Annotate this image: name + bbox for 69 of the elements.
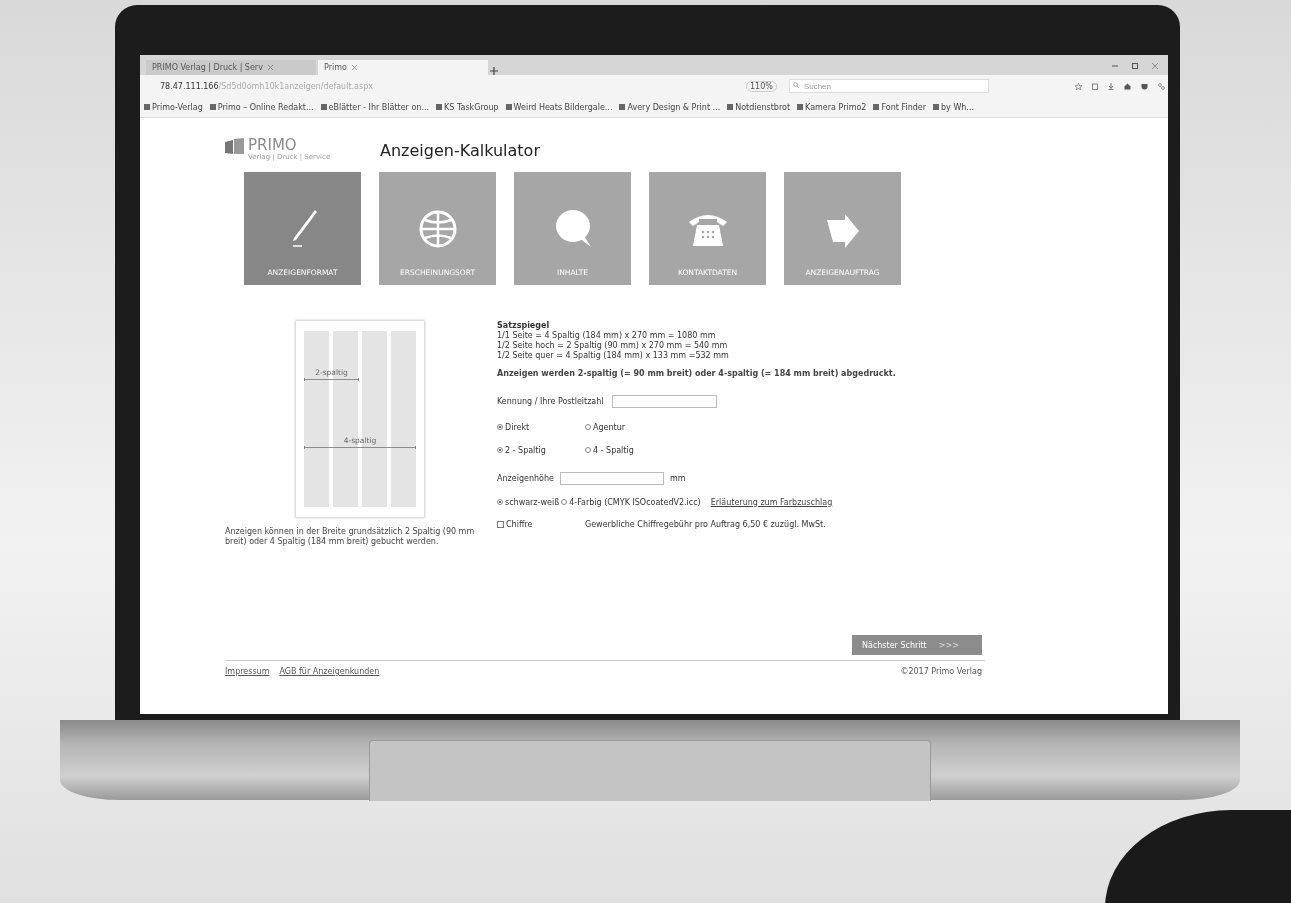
- star-icon[interactable]: [1074, 82, 1082, 90]
- page-title: Anzeigen-Kalkulator: [380, 141, 540, 160]
- field-label: Kennung / Ihre Postleitzahl: [497, 396, 604, 406]
- radio-label: Agentur: [593, 422, 626, 432]
- radio-label: schwarz-weiß: [505, 497, 560, 507]
- search-icon: [792, 82, 799, 88]
- clipboard-icon[interactable]: [1091, 82, 1098, 90]
- bookmark-icon: [436, 104, 443, 110]
- field-label: Anzeigenhöhe: [497, 473, 554, 483]
- close-icon[interactable]: [351, 65, 357, 70]
- footer-link[interactable]: AGB für Anzeigenkunden: [279, 667, 380, 676]
- download-icon[interactable]: [1107, 82, 1114, 90]
- browser-tab[interactable]: Primo: [318, 60, 488, 75]
- footer-link[interactable]: Impressum: [225, 667, 270, 676]
- section-heading: Satzspiegel: [497, 321, 551, 331]
- bookmark-link[interactable]: Avery Design & Print ...: [627, 102, 721, 112]
- bookmark-icon: [505, 104, 512, 110]
- tab-title: Primo: [324, 63, 347, 72]
- bookmark-icon: [619, 104, 626, 110]
- bookmark-link[interactable]: Weird Heats Bildergale...: [513, 102, 613, 112]
- bookmark-link[interactable]: Kamera Primo2: [805, 102, 867, 112]
- info-link[interactable]: Erläuterung zum Farbzuschlag: [710, 497, 833, 507]
- postcode-field[interactable]: [611, 394, 717, 408]
- browser-tab[interactable]: PRIMO Verlag | Druck | Serv: [146, 60, 316, 75]
- bookmark-icon: [320, 104, 327, 110]
- shield-icon[interactable]: [1140, 82, 1148, 90]
- home-icon[interactable]: [1123, 82, 1131, 90]
- new-tab-icon[interactable]: [490, 67, 498, 75]
- fee-note: Gewerbliche Chiffregebühr pro Auftrag 6,50 € zuzügl. MwSt.: [585, 519, 826, 529]
- minimize-icon[interactable]: [1112, 63, 1118, 69]
- bookmark-icon: [727, 104, 734, 110]
- radio-label: Direkt: [505, 422, 530, 432]
- puzzle-icon[interactable]: [1157, 82, 1165, 90]
- bookmark-icon: [873, 104, 880, 110]
- arrow-icon: [826, 214, 859, 248]
- size-line: 1/1 Seite = 4 Spaltig (184 mm) x 270 mm = 1080 mm: [497, 331, 717, 341]
- close-icon[interactable]: [1152, 63, 1158, 69]
- radio-label: 4 - Spaltig: [593, 445, 634, 455]
- bookmark-link[interactable]: Font Finder: [881, 102, 927, 112]
- bookmark-link[interactable]: Notdienstbrot: [735, 102, 791, 112]
- info-text: Anzeigen werden 2-spaltig (= 90 mm breit) oder 4-spaltig (= 184 mm breit) abgedruckt.: [497, 369, 896, 378]
- height-field[interactable]: [559, 471, 664, 485]
- maximize-icon[interactable]: [1132, 63, 1138, 69]
- size-line: 1/2 Seite quer = 4 Spaltig (184 mm) x 133 mm =532 mm: [497, 351, 730, 361]
- bookmark-link[interactable]: Primo – Online Redakt...: [217, 102, 314, 112]
- checkbox[interactable]: [497, 520, 504, 528]
- bookmark-icon: [933, 104, 940, 110]
- unit-label: mm: [669, 473, 686, 483]
- bookmark-link[interactable]: eBlätter - Ihr Blätter on...: [328, 102, 430, 112]
- copyright-text: ©2017 Primo Verlag: [900, 667, 982, 676]
- tab-title: PRIMO Verlag | Druck | Serv: [152, 63, 263, 72]
- size-line: 1/2 Seite hoch = 2 Spaltig (90 mm) x 270 mm = 540 mm: [497, 341, 729, 351]
- bookmark-link[interactable]: KS TaskGroup: [444, 102, 499, 112]
- checkbox-label: Chiffre: [506, 519, 533, 529]
- radio-label: 2 - Spaltig: [505, 445, 546, 455]
- radio-label: 4-Farbig (CMYK ISOcoatedV2.icc): [569, 497, 701, 507]
- close-icon[interactable]: [267, 65, 273, 70]
- address-field[interactable]: 78.47.111.166/Sd5d0omh10k1anzeigen/default.aspx: [160, 81, 740, 91]
- bookmark-link[interactable]: Primo-Verlag: [152, 102, 203, 112]
- bookmark-icon: [797, 104, 804, 110]
- globe-icon: [418, 210, 457, 248]
- bookmark-icon: [144, 104, 150, 110]
- caption-text: Anzeigen können in der Breite grundsätzlich 2 Spaltig (90 mm breit) oder 4 Spaltig (184 mm breit) gebucht werden.: [225, 527, 476, 547]
- logo-text: PRIMO: [248, 138, 298, 153]
- dimension-arrow: [304, 378, 359, 381]
- bookmark-link[interactable]: by Wh...: [941, 102, 974, 112]
- search-field[interactable]: Suchen: [788, 79, 989, 93]
- logo-icon: [225, 138, 245, 154]
- bookmark-icon: [209, 104, 216, 110]
